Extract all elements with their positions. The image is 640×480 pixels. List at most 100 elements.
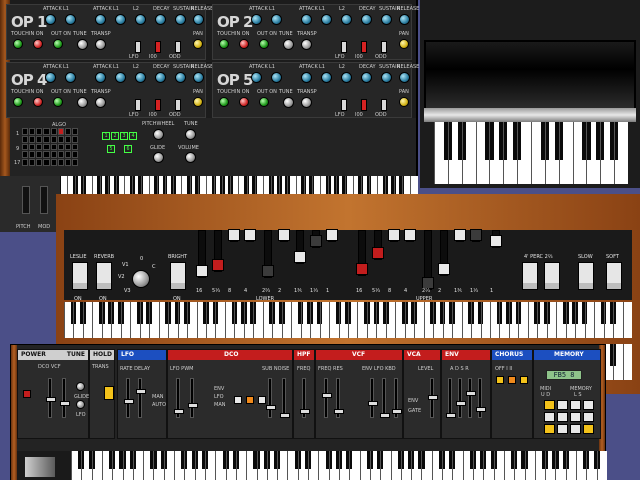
juno-keyboard[interactable] bbox=[71, 451, 607, 480]
white-key[interactable] bbox=[423, 302, 425, 338]
white-key[interactable] bbox=[575, 302, 577, 338]
memory-button[interactable] bbox=[570, 424, 581, 434]
white-key[interactable] bbox=[442, 302, 444, 338]
white-key[interactable] bbox=[508, 302, 510, 338]
envelope-knob[interactable] bbox=[341, 72, 352, 83]
memory-button[interactable] bbox=[544, 400, 555, 410]
white-key[interactable] bbox=[339, 451, 340, 480]
white-key[interactable] bbox=[369, 451, 371, 480]
white-key[interactable] bbox=[101, 302, 103, 338]
memory-button-grid[interactable] bbox=[544, 400, 594, 434]
memory-button[interactable] bbox=[570, 400, 581, 410]
algo-cell[interactable] bbox=[29, 151, 36, 159]
envelope-knob[interactable] bbox=[321, 72, 332, 83]
mod-wheel[interactable] bbox=[40, 186, 48, 214]
algo-cell[interactable] bbox=[57, 151, 64, 159]
vibrato-chorus-knob[interactable] bbox=[132, 270, 150, 288]
reverb-switch[interactable] bbox=[96, 262, 112, 290]
drawbar[interactable] bbox=[404, 229, 416, 242]
hold-button[interactable] bbox=[104, 386, 114, 400]
envelope-knob[interactable] bbox=[115, 72, 126, 83]
white-key[interactable] bbox=[187, 302, 189, 338]
white-key[interactable] bbox=[338, 302, 340, 338]
pitch-wheel[interactable] bbox=[22, 186, 30, 214]
drawbar[interactable] bbox=[490, 230, 502, 248]
drawbar[interactable] bbox=[470, 229, 482, 242]
memory-button[interactable] bbox=[583, 400, 594, 410]
white-key[interactable] bbox=[596, 451, 598, 480]
pan-knob[interactable] bbox=[399, 39, 409, 49]
memory-button[interactable] bbox=[544, 412, 555, 422]
drawbar-cap[interactable] bbox=[326, 229, 338, 241]
drawbar-cap[interactable] bbox=[310, 235, 322, 247]
white-key[interactable] bbox=[310, 302, 312, 338]
slow-switch[interactable] bbox=[578, 262, 594, 290]
white-key[interactable] bbox=[442, 451, 444, 480]
white-key[interactable] bbox=[622, 302, 624, 338]
white-key[interactable] bbox=[328, 451, 330, 480]
white-key[interactable] bbox=[395, 302, 397, 338]
drawbar[interactable] bbox=[422, 230, 434, 290]
envelope-knob[interactable] bbox=[175, 14, 186, 25]
algo-cell[interactable] bbox=[36, 128, 43, 135]
white-key[interactable] bbox=[565, 302, 567, 338]
white-key[interactable] bbox=[177, 302, 179, 338]
white-key[interactable] bbox=[411, 451, 413, 480]
algo-cell[interactable] bbox=[64, 159, 71, 166]
white-key[interactable] bbox=[431, 451, 433, 480]
algo-cell[interactable] bbox=[43, 128, 50, 135]
algo-cell[interactable] bbox=[22, 143, 29, 151]
white-key[interactable] bbox=[120, 302, 122, 338]
drawbar[interactable] bbox=[228, 229, 240, 242]
memory-button[interactable] bbox=[557, 412, 568, 422]
envelope-knob[interactable] bbox=[193, 14, 204, 25]
white-key[interactable] bbox=[614, 122, 616, 184]
lfo-delay-slider[interactable] bbox=[136, 378, 146, 418]
white-key[interactable] bbox=[194, 451, 196, 480]
white-key[interactable] bbox=[499, 302, 501, 338]
white-key[interactable] bbox=[277, 451, 279, 480]
white-key[interactable] bbox=[545, 451, 547, 480]
algo-cell[interactable] bbox=[64, 143, 71, 151]
algo-cell[interactable] bbox=[36, 143, 43, 151]
white-key[interactable] bbox=[308, 451, 310, 480]
mode-switch[interactable] bbox=[381, 99, 387, 111]
drawbar[interactable] bbox=[196, 230, 208, 278]
algo-cell[interactable] bbox=[29, 143, 36, 151]
white-key[interactable] bbox=[613, 302, 615, 338]
envelope-knob[interactable] bbox=[271, 72, 282, 83]
drawbar[interactable] bbox=[278, 229, 290, 242]
white-key[interactable] bbox=[421, 451, 423, 480]
white-key[interactable] bbox=[111, 302, 113, 338]
algo-cell[interactable] bbox=[43, 143, 50, 151]
white-key[interactable] bbox=[376, 302, 378, 338]
tune-knob[interactable] bbox=[77, 39, 88, 50]
white-key[interactable] bbox=[215, 451, 217, 480]
white-key[interactable] bbox=[246, 451, 248, 480]
envelope-knob[interactable] bbox=[175, 72, 186, 83]
envelope-knob[interactable] bbox=[321, 14, 332, 25]
white-key[interactable] bbox=[149, 302, 151, 338]
white-key[interactable] bbox=[480, 302, 482, 338]
envelope-knob[interactable] bbox=[399, 72, 410, 83]
algo-cell[interactable] bbox=[50, 135, 57, 143]
organ-upper-manual[interactable] bbox=[64, 302, 632, 338]
white-key[interactable] bbox=[527, 302, 529, 338]
white-key[interactable] bbox=[348, 302, 349, 338]
algo-cell[interactable] bbox=[29, 128, 36, 135]
white-key[interactable] bbox=[483, 451, 485, 480]
soft-switch[interactable] bbox=[606, 262, 622, 290]
white-key[interactable] bbox=[196, 302, 198, 338]
drawbar[interactable] bbox=[438, 230, 450, 276]
white-key[interactable] bbox=[297, 451, 299, 480]
drawbar[interactable] bbox=[326, 229, 338, 242]
white-key[interactable] bbox=[452, 302, 454, 338]
mode-switch[interactable] bbox=[175, 99, 181, 111]
white-key[interactable] bbox=[471, 302, 473, 338]
envelope-knob[interactable] bbox=[341, 14, 352, 25]
white-key[interactable] bbox=[503, 122, 505, 184]
drawbar-cap[interactable] bbox=[356, 263, 368, 275]
drawbar-cap[interactable] bbox=[438, 263, 450, 275]
white-key[interactable] bbox=[434, 122, 435, 184]
vcf-env-slider[interactable] bbox=[368, 378, 378, 418]
